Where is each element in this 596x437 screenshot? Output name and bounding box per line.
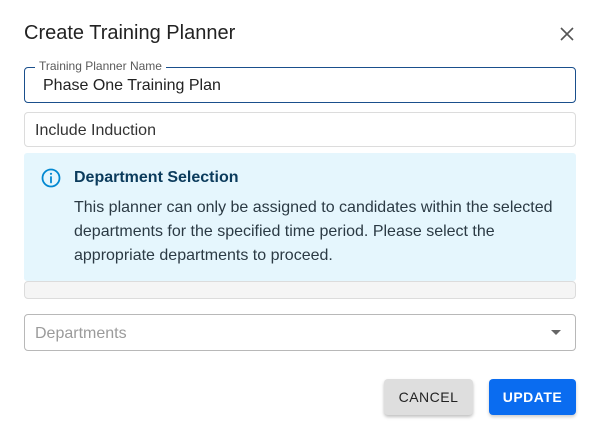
include-induction-value: Include Induction <box>35 122 156 139</box>
include-induction-field[interactable]: Include Induction <box>24 112 576 147</box>
update-button[interactable]: UPDATE <box>489 379 576 415</box>
departments-placeholder: Departments <box>35 325 127 342</box>
departments-select[interactable]: Departments <box>24 314 576 351</box>
info-icon <box>41 168 61 188</box>
department-selection-alert: Department Selection This planner can on… <box>24 153 576 281</box>
cancel-button[interactable]: CANCEL <box>384 379 473 415</box>
training-planner-name-value: Phase One Training Plan <box>43 77 221 94</box>
alert-message: This planner can only be assigned to can… <box>74 199 553 264</box>
create-training-planner-dialog: Create Training Planner Training Planner… <box>0 0 596 437</box>
caret-down-icon <box>551 330 561 335</box>
alert-title: Department Selection <box>74 169 239 186</box>
training-planner-name-field[interactable]: Training Planner Name Phase One Training… <box>24 59 576 103</box>
empty-field[interactable] <box>24 281 576 299</box>
training-planner-name-label: Training Planner Name <box>35 59 166 73</box>
close-icon <box>560 27 574 41</box>
close-button[interactable] <box>556 23 578 45</box>
dialog-title: Create Training Planner <box>24 22 236 44</box>
